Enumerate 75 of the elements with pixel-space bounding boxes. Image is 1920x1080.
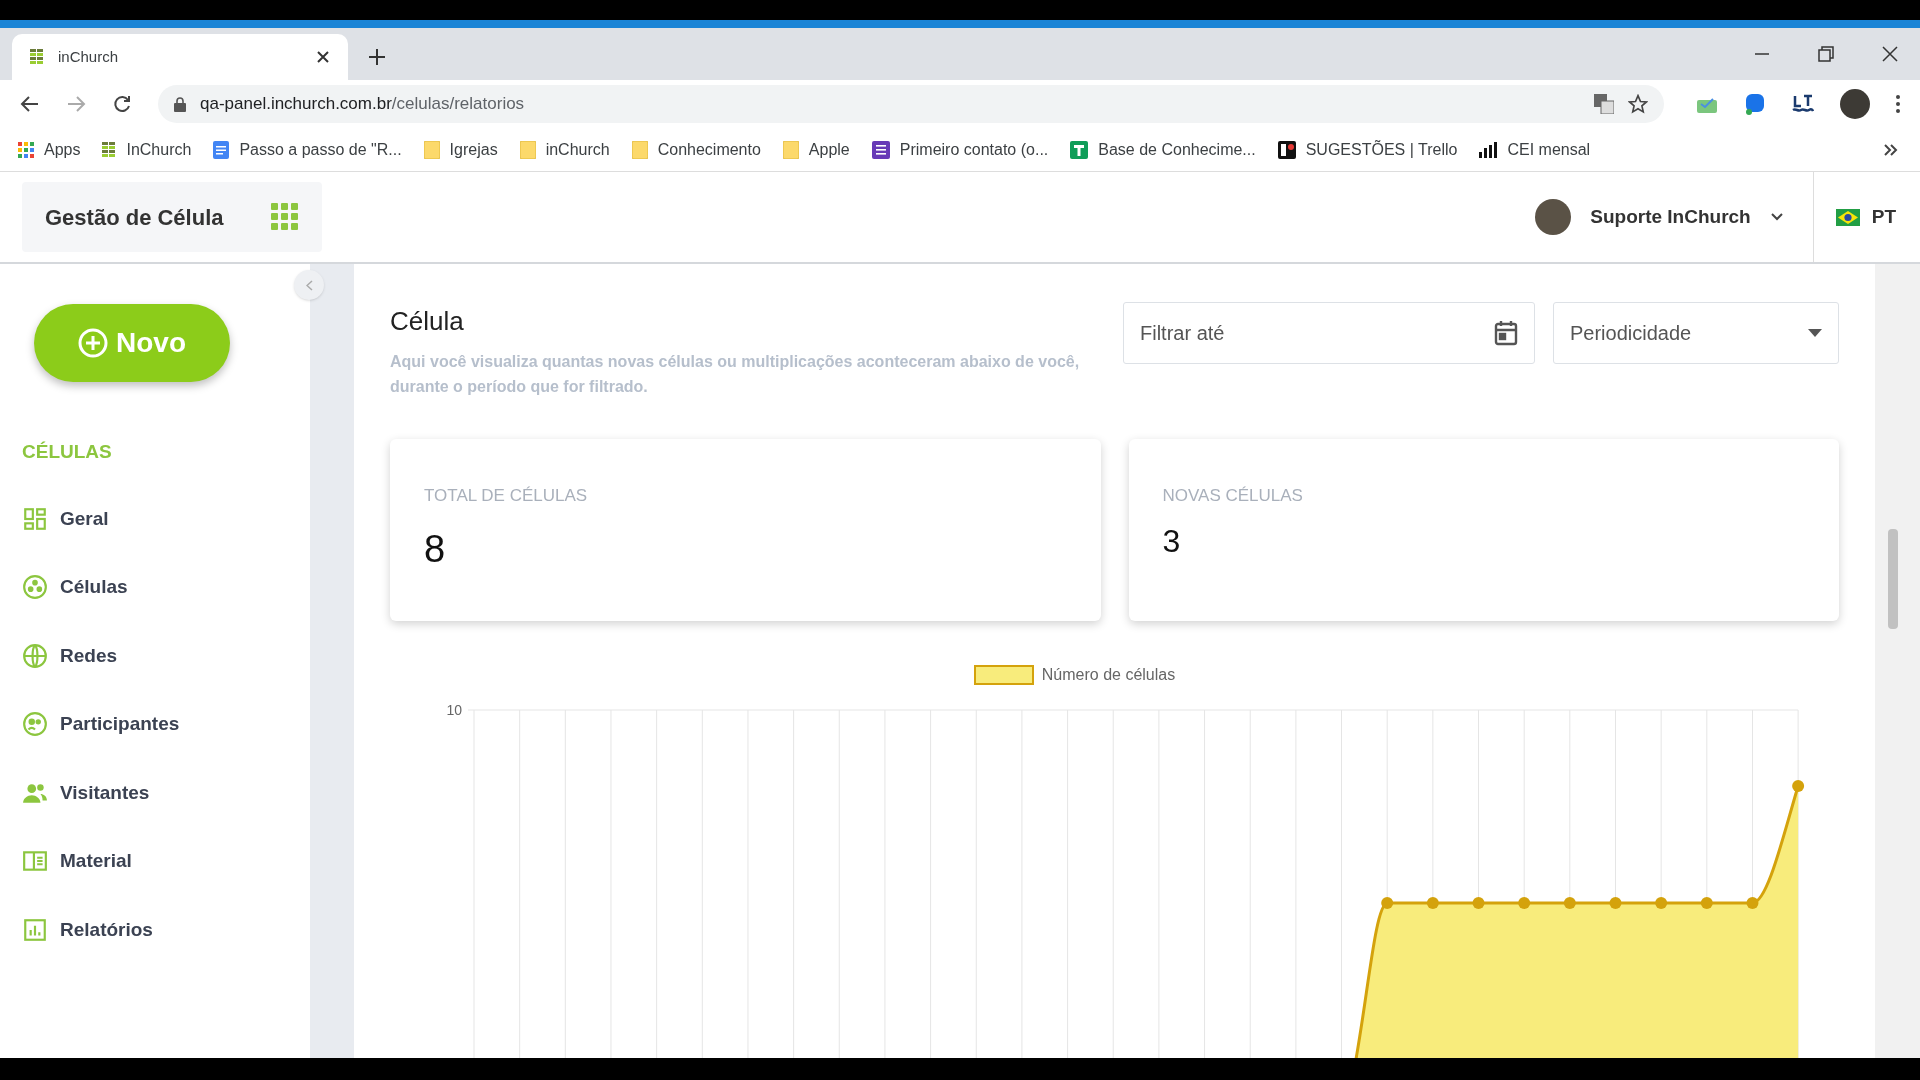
bookmark-item[interactable]: InChurch [102,137,192,162]
bookmark-item[interactable]: Conhecimento [631,137,761,162]
bookmark-item[interactable]: SUGESTÕES | Trello [1277,137,1458,162]
page-description: Aqui você visualiza quantas novas células ou multiplicações aconteceram abaixo de você, durante o período que for filtrado. [390,352,1081,397]
legend-label: Número de células [1041,665,1176,685]
more-menu-icon[interactable] [1896,95,1900,113]
nav-item[interactable]: Material [22,847,310,876]
back-arrow-icon[interactable] [20,94,40,114]
apps-grid-icon [18,141,34,158]
dashboard-icon [22,505,48,532]
avatar[interactable] [1535,199,1572,235]
restore-icon[interactable] [1818,46,1834,62]
plus-square-icon [1070,140,1089,159]
bookmark-item[interactable]: Apple [782,137,850,162]
lt-extension-icon[interactable] [1792,94,1814,114]
tab-title: inChurch [58,46,120,67]
reload-icon[interactable] [112,94,132,114]
page-title: Célula [390,305,465,338]
chevron-left-icon [305,279,313,291]
bar-chart-icon [1479,141,1498,158]
avatar[interactable] [1840,89,1870,119]
close-icon[interactable] [1882,46,1898,62]
folder-icon [782,140,799,159]
flag-icon [1835,208,1860,226]
circle-dots-icon [22,574,48,601]
legend-swatch [973,665,1034,685]
form-icon [871,140,890,159]
user-name[interactable]: Suporte InChurch [1590,202,1751,232]
module-title: Gestão de Célula [45,203,224,232]
url-text: qa-panel.inchurch.com.br/celulas/relatorios [200,93,525,116]
dropdown-triangle-icon [1808,329,1822,337]
stat-label: NOVAS CÉLULAS [1162,485,1304,507]
bookmark-item[interactable]: inChurch [519,137,610,162]
bookmark-item[interactable]: Passo a passo de "R... [213,137,402,162]
bookmark-item[interactable]: Primeiro contato (o... [871,137,1049,162]
axis-tick-label: 10 [446,702,462,718]
nav-item[interactable]: Relatórios [22,915,310,944]
folder-icon [519,140,536,159]
chevron-down-icon[interactable] [1770,213,1783,221]
close-icon[interactable] [316,50,330,64]
document-icon [213,140,230,159]
bookmark-item[interactable]: Apps [18,137,81,162]
folder-icon [631,140,648,159]
nav-item[interactable]: Geral [22,504,310,533]
scrollbar-thumb[interactable] [1888,529,1898,629]
translate-icon[interactable] [1594,94,1614,114]
folder-icon [423,140,440,159]
language-label[interactable]: PT [1871,202,1896,232]
bookmark-item[interactable]: CEI mensal [1479,137,1591,162]
browser-tab[interactable]: inChurch [12,34,348,80]
bookmark-item[interactable]: Base de Conhecime... [1070,137,1256,162]
globe-icon [22,642,48,669]
stat-label: TOTAL DE CÉLULAS [424,485,589,507]
nav-item[interactable]: Redes [22,641,310,670]
plus-circle-icon [78,328,108,358]
nav-item[interactable]: Células [22,573,310,602]
bookmark-item[interactable]: Igrejas [423,137,498,162]
lock-icon [174,96,186,112]
star-icon[interactable] [1628,94,1648,114]
stat-value: 3 [1162,521,1182,561]
date-filter-field[interactable]: Filtrar até [1123,302,1535,364]
nav-item[interactable]: Participantes [22,710,310,739]
board-icon [1277,140,1296,159]
calendar-icon [1494,320,1518,346]
double-chevron-icon[interactable] [1884,143,1898,156]
stat-value: 8 [424,526,447,572]
nav-item[interactable]: Visitantes [22,778,310,807]
section-title: CÉLULAS [22,440,113,464]
grid-logo-icon [30,49,44,65]
grid-logo-icon [102,141,117,158]
extension-icon[interactable] [1744,93,1766,115]
new-tab-icon[interactable] [368,48,386,66]
address-bar[interactable]: qa-panel.inchurch.com.br/celulas/relatorios [158,85,1664,123]
chart-icon [22,916,48,943]
period-select[interactable]: Periodicidade [1553,302,1839,364]
